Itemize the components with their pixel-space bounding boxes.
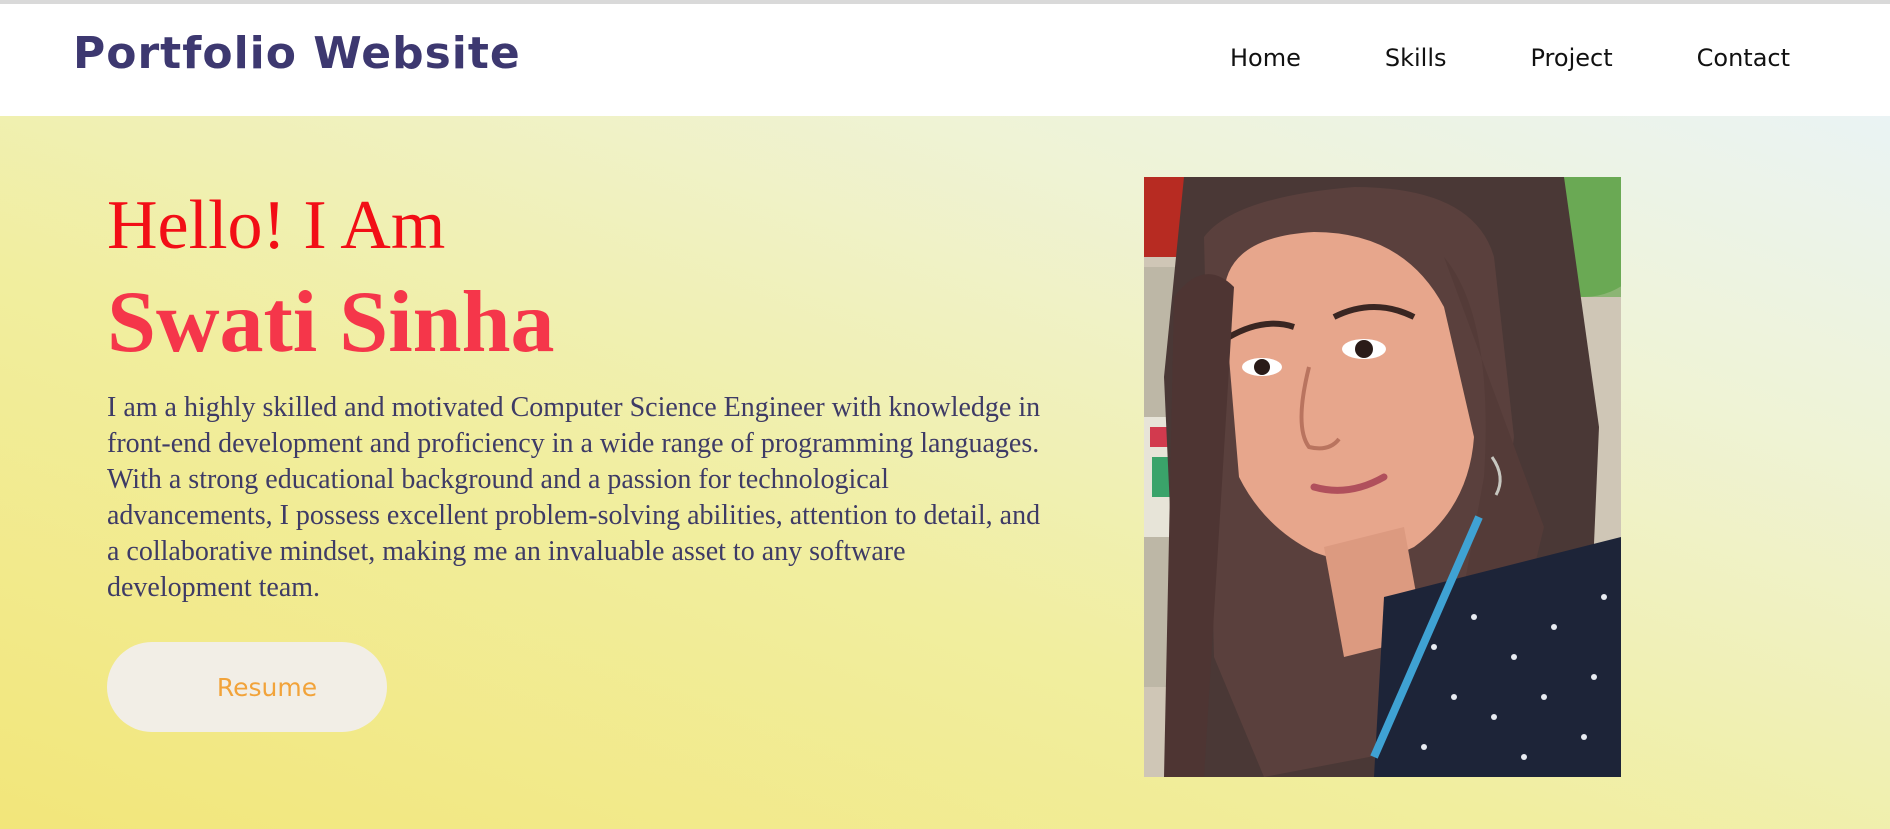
hero-section: Hello! I Am Swati Sinha I am a highly sk… bbox=[0, 116, 1890, 829]
profile-photo-image bbox=[1144, 177, 1621, 777]
resume-button[interactable]: Resume bbox=[107, 642, 387, 732]
profile-photo bbox=[1144, 177, 1621, 777]
main-nav: Home Skills Project Contact bbox=[1146, 44, 1790, 72]
hero-bio: I am a highly skilled and motivated Comp… bbox=[107, 392, 1041, 603]
nav-link-project[interactable]: Project bbox=[1531, 44, 1613, 72]
nav-link-skills[interactable]: Skills bbox=[1385, 44, 1447, 72]
hero-name: Swati Sinha bbox=[107, 274, 555, 371]
hero-greeting: Hello! I Am bbox=[107, 187, 446, 264]
navbar: Portfolio Website Home Skills Project Co… bbox=[0, 4, 1890, 116]
nav-link-contact[interactable]: Contact bbox=[1697, 44, 1790, 72]
brand-logo[interactable]: Portfolio Website bbox=[73, 28, 521, 79]
nav-link-home[interactable]: Home bbox=[1230, 44, 1301, 72]
